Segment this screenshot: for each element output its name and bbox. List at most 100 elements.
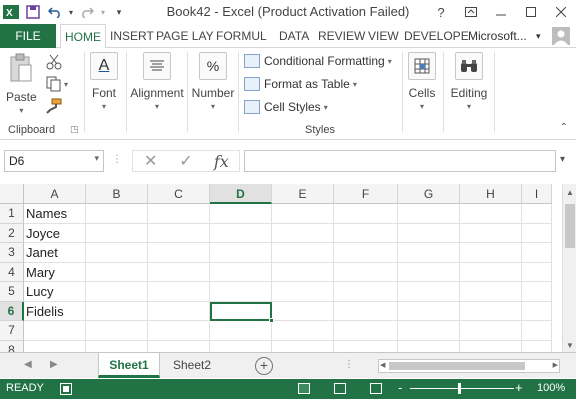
page-layout-view-icon[interactable] [334, 383, 346, 394]
cell-h2[interactable] [460, 223, 522, 243]
expand-formula-bar-icon[interactable]: ▾ [560, 154, 565, 165]
cell-h3[interactable] [460, 243, 522, 263]
cell-c5[interactable] [148, 282, 210, 302]
name-box[interactable]: D6 ▾ [4, 150, 104, 172]
cell-h1[interactable] [460, 204, 522, 224]
cell-g4[interactable] [398, 262, 460, 282]
row-header-3[interactable]: 3 [0, 243, 24, 263]
cell-c1[interactable] [148, 204, 210, 224]
tab-page-layout[interactable]: PAGE LAY [152, 24, 218, 48]
cell-f2[interactable] [334, 223, 398, 243]
cell-b6[interactable] [86, 301, 148, 321]
row-header-8[interactable]: 8 [0, 340, 24, 352]
cell-c4[interactable] [148, 262, 210, 282]
cell-h7[interactable] [460, 321, 522, 341]
select-all-corner[interactable] [0, 184, 24, 204]
cell-i3[interactable] [522, 243, 552, 263]
tab-review[interactable]: REVIEW [314, 24, 369, 48]
column-header-i[interactable]: I [522, 184, 552, 204]
cell-f5[interactable] [334, 282, 398, 302]
cell-e2[interactable] [272, 223, 334, 243]
zoom-level[interactable]: 100% [537, 382, 565, 394]
tab-home[interactable]: HOME [60, 24, 106, 49]
collapse-ribbon-icon[interactable]: ⌃ [560, 122, 568, 133]
tab-file[interactable]: FILE [0, 24, 56, 48]
cell-c2[interactable] [148, 223, 210, 243]
column-header-h[interactable]: H [460, 184, 522, 204]
cell-g1[interactable] [398, 204, 460, 224]
tab-formulas[interactable]: FORMUL [212, 24, 271, 48]
cell-c7[interactable] [148, 321, 210, 341]
cell-e1[interactable] [272, 204, 334, 224]
cell-f1[interactable] [334, 204, 398, 224]
conditional-formatting-button[interactable]: Conditional Formatting ▾ [244, 54, 392, 68]
macro-record-icon[interactable] [60, 383, 72, 398]
name-box-dropdown-icon[interactable]: ▾ [94, 153, 99, 164]
cell-f7[interactable] [334, 321, 398, 341]
zoom-in-button[interactable]: + [515, 380, 523, 395]
cell-g7[interactable] [398, 321, 460, 341]
account-dropdown-icon[interactable]: ▾ [536, 24, 541, 48]
cell-f4[interactable] [334, 262, 398, 282]
zoom-out-button[interactable]: - [398, 380, 402, 395]
sheet-tab-sheet1[interactable]: Sheet1 [98, 353, 160, 378]
account-avatar-icon[interactable] [552, 24, 570, 48]
formula-bar-grip-icon[interactable]: ⋮ [112, 154, 122, 165]
cell-i4[interactable] [522, 262, 552, 282]
column-header-g[interactable]: G [398, 184, 460, 204]
scroll-up-icon[interactable]: ▲ [566, 188, 574, 197]
cell-b8[interactable] [86, 340, 148, 352]
cell-h4[interactable] [460, 262, 522, 282]
vertical-scrollbar[interactable]: ▲ ▼ [562, 184, 576, 352]
next-sheet-icon[interactable]: ▶ [50, 359, 58, 370]
copy-icon[interactable]: ▾ [46, 76, 68, 92]
cell-b3[interactable] [86, 243, 148, 263]
cell-e5[interactable] [272, 282, 334, 302]
cell-f3[interactable] [334, 243, 398, 263]
zoom-slider[interactable] [410, 388, 514, 389]
row-header-5[interactable]: 5 [0, 282, 24, 302]
prev-sheet-icon[interactable]: ◀ [24, 359, 32, 370]
format-painter-icon[interactable] [46, 98, 62, 117]
cell-e8[interactable] [272, 340, 334, 352]
cell-h8[interactable] [460, 340, 522, 352]
cell-h6[interactable] [460, 301, 522, 321]
cell-b4[interactable] [86, 262, 148, 282]
zoom-slider-knob[interactable] [458, 383, 461, 394]
cell-g2[interactable] [398, 223, 460, 243]
cell-a8[interactable] [24, 340, 86, 352]
cancel-entry-icon[interactable]: ✕ [133, 151, 168, 171]
row-header-1[interactable]: 1 [0, 204, 24, 224]
scroll-down-icon[interactable]: ▼ [566, 341, 574, 350]
cell-d5[interactable] [210, 282, 272, 302]
cell-b5[interactable] [86, 282, 148, 302]
cell-i1[interactable] [522, 204, 552, 224]
paste-dropdown-icon[interactable]: ▾ [19, 106, 23, 115]
sheet-tab-sheet2[interactable]: Sheet2 [162, 353, 222, 378]
tab-insert[interactable]: INSERT [106, 24, 158, 48]
editing-button[interactable]: Editing ▾ [447, 52, 491, 111]
cell-i7[interactable] [522, 321, 552, 341]
cell-a3[interactable]: Janet [24, 243, 86, 263]
row-header-4[interactable]: 4 [0, 262, 24, 282]
cell-c8[interactable] [148, 340, 210, 352]
sheet-bar-grip-icon[interactable]: ⋮ [344, 359, 354, 370]
alignment-button[interactable]: Alignment ▾ [128, 52, 186, 111]
paste-button[interactable]: Paste ▾ [6, 52, 37, 115]
ribbon-display-icon[interactable] [456, 0, 486, 24]
cell-a2[interactable]: Joyce [24, 223, 86, 243]
cell-i8[interactable] [522, 340, 552, 352]
cell-e4[interactable] [272, 262, 334, 282]
cell-c3[interactable] [148, 243, 210, 263]
row-header-6[interactable]: 6 [0, 301, 24, 321]
cell-i5[interactable] [522, 282, 552, 302]
cell-d4[interactable] [210, 262, 272, 282]
column-header-a[interactable]: A [24, 184, 86, 204]
cells-button[interactable]: Cells ▾ [408, 52, 436, 111]
cell-b7[interactable] [86, 321, 148, 341]
cell-e6[interactable] [272, 301, 334, 321]
maximize-icon[interactable] [516, 0, 546, 24]
cell-d1[interactable] [210, 204, 272, 224]
scroll-right-icon[interactable]: ▶ [553, 361, 558, 369]
row-header-7[interactable]: 7 [0, 321, 24, 341]
